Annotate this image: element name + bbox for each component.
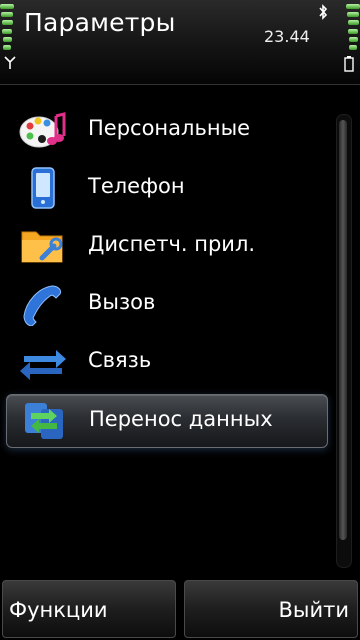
palette-music-icon — [19, 112, 66, 148]
list-item-label: Вызов — [88, 290, 156, 314]
list-item-label: Диспетч. прил. — [88, 232, 256, 256]
options-softkey[interactable]: Функции — [2, 580, 176, 638]
list-item-label: Связь — [88, 348, 152, 372]
page-title: Параметры — [24, 8, 176, 37]
status-bar: Параметры 23.44 — [0, 0, 360, 85]
list-item-label: Телефон — [88, 174, 185, 198]
data-transfer-icon — [25, 403, 63, 439]
antenna-icon — [4, 56, 16, 69]
exit-softkey[interactable]: Выйти — [184, 580, 358, 638]
clock: 23.44 — [264, 27, 310, 46]
list-item-label: Персональные — [88, 116, 251, 140]
scrollbar[interactable] — [336, 114, 352, 568]
bluetooth-icon — [319, 4, 328, 20]
scrollbar-thumb[interactable] — [339, 120, 347, 540]
settings-list: Персональные Телефон Диспетч. прил. Вызо… — [0, 100, 340, 570]
softkey-bar: Функции Выйти — [0, 580, 360, 640]
signal-strength-icon — [0, 4, 14, 50]
list-item-calls[interactable]: Вызов — [6, 278, 326, 330]
list-item-personal[interactable]: Персональные — [6, 104, 326, 156]
list-item-data-transfer[interactable]: Перенос данных — [6, 394, 328, 448]
list-item-label: Перенос данных — [89, 407, 273, 431]
list-item-phone[interactable]: Телефон — [6, 162, 326, 214]
arrows-exchange-icon — [20, 350, 66, 380]
list-item-app-manager[interactable]: Диспетч. прил. — [6, 220, 326, 272]
phone-icon — [31, 167, 55, 209]
handset-icon — [23, 285, 61, 326]
list-item-connectivity[interactable]: Связь — [6, 336, 326, 388]
battery-icon — [344, 56, 354, 72]
battery-level-icon — [346, 4, 360, 50]
folder-wrench-icon — [21, 231, 63, 263]
